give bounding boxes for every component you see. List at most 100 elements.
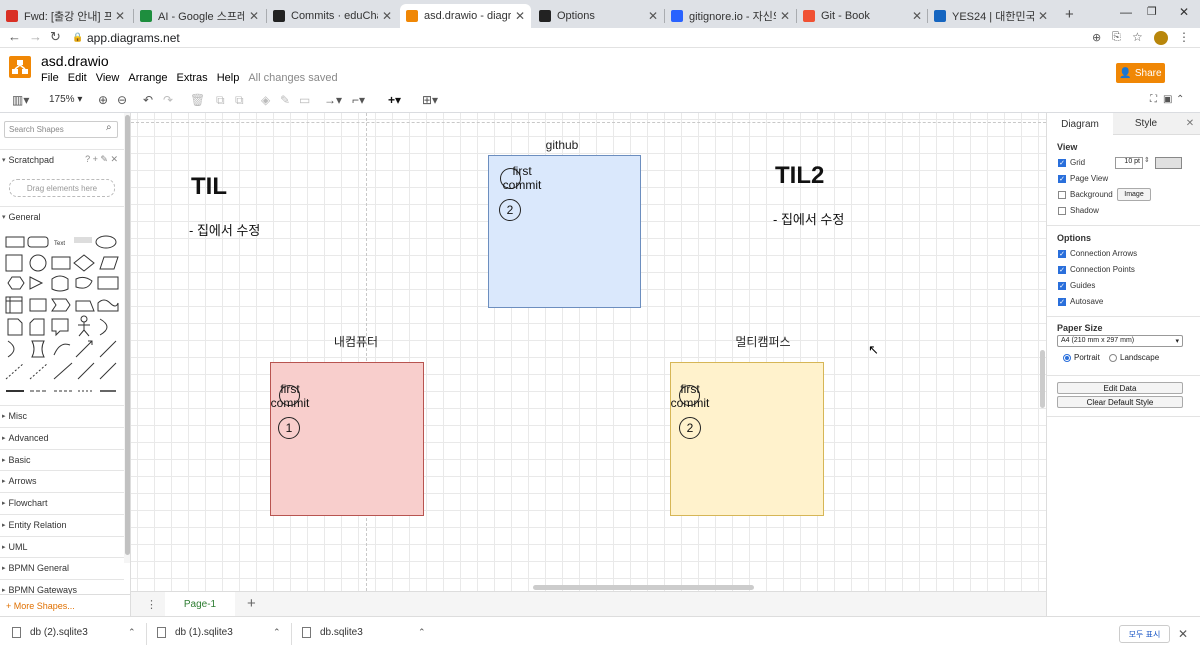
scratchpad-actions-icon[interactable]: ? + ✎ ✕ (85, 154, 118, 165)
sidebar-scrollbar[interactable] (124, 113, 130, 563)
general-header[interactable]: ▾ General (0, 206, 124, 226)
to-back-icon[interactable]: ⧉ (235, 93, 244, 107)
document-title[interactable]: asd.drawio (41, 53, 109, 69)
chevron-up-icon[interactable]: ⌃ (273, 627, 281, 638)
til-title[interactable]: TIL (191, 173, 227, 201)
tab-close-icon[interactable]: ✕ (780, 9, 790, 23)
redo-icon[interactable]: ↷ (163, 93, 173, 107)
edit-data-button[interactable]: Edit Data (1057, 382, 1183, 394)
to-front-icon[interactable]: ⧉ (216, 93, 225, 107)
add-page-icon[interactable]: + (247, 595, 256, 612)
menu-arrange[interactable]: Arrange (128, 72, 167, 84)
browser-tab[interactable]: YES24 | 대한민국 대표 인터 ✕ (928, 4, 1054, 28)
background-image-button[interactable]: Image (1117, 188, 1151, 201)
window-close-icon[interactable]: ✕ (1179, 5, 1189, 19)
github-label[interactable]: github (529, 138, 595, 152)
share-button[interactable]: 👤 Share (1116, 63, 1165, 83)
sidebar-section[interactable]: ▸ Entity Relation (0, 514, 124, 534)
back-icon[interactable]: ← (8, 29, 21, 44)
sidebar-section[interactable]: ▸ Basic (0, 449, 124, 469)
grid-size-input[interactable]: 10 pt (1115, 157, 1143, 169)
option-checkbox[interactable]: ✓ Guides (1058, 281, 1095, 290)
chevron-up-icon[interactable]: ⌃ (418, 627, 426, 638)
search-shapes-input[interactable]: Search Shapes (4, 121, 118, 138)
table-icon[interactable]: ⊞▾ (422, 93, 438, 107)
diagram-canvas[interactable]: TIL - 집에서 수정 TIL2 - 집에서 수정 github first … (131, 113, 1046, 591)
browser-tab[interactable]: Fwd: [출강 안내] 프로젝트 ✕ (0, 4, 131, 28)
shadow-checkbox[interactable]: Shadow (1058, 206, 1099, 215)
zoom-select[interactable]: 175% ▾ (49, 93, 82, 107)
canvas-vertical-scrollbar[interactable] (1040, 350, 1045, 408)
panel-toggle-icon[interactable]: ▥▾ (12, 93, 29, 107)
browser-tab[interactable]: AI - Google 스프레드시트 ✕ (134, 4, 265, 28)
scratchpad-drop-area[interactable]: Drag elements here (9, 179, 115, 197)
more-shapes-button[interactable]: + More Shapes... (0, 594, 130, 616)
connection-style-icon[interactable]: →▾ (324, 93, 342, 107)
til-subtitle[interactable]: - 집에서 수정 (189, 220, 260, 239)
fullscreen-icon[interactable]: ⛶ (1150, 93, 1157, 107)
browser-tab[interactable]: gitignore.io - 자신의 프로 ✕ (665, 4, 796, 28)
forward-icon[interactable]: → (29, 29, 42, 44)
collapse-icon[interactable]: ⌃ (1176, 93, 1184, 107)
fill-color-icon[interactable]: ◈ (261, 93, 270, 107)
bookmark-star-icon[interactable]: ☆ (1132, 30, 1143, 44)
local-node-number[interactable]: 1 (278, 417, 300, 439)
format-panel-icon[interactable]: ▣ (1163, 93, 1172, 107)
til2-title[interactable]: TIL2 (775, 162, 824, 190)
landscape-radio[interactable]: Landscape (1109, 353, 1159, 362)
shadow-icon[interactable]: ▭ (299, 93, 310, 107)
search-icon[interactable]: ⌕ (106, 122, 112, 133)
option-checkbox[interactable]: ✓ Connection Points (1058, 265, 1135, 274)
download-item[interactable]: db (1).sqlite3 ⌃ (157, 627, 281, 638)
tab-close-icon[interactable]: ✕ (249, 9, 259, 23)
sidebar-section[interactable]: ▸ UML (0, 536, 124, 556)
menu-file[interactable]: File (41, 72, 59, 84)
menu-extras[interactable]: Extras (177, 72, 208, 84)
sidebar-section[interactable]: ▸ Advanced (0, 427, 124, 447)
download-item[interactable]: db (2).sqlite3 ⌃ (12, 627, 136, 638)
menu-view[interactable]: View (96, 72, 120, 84)
til2-subtitle[interactable]: - 집에서 수정 (773, 209, 844, 228)
sidebar-section[interactable]: ▸ BPMN General (0, 557, 124, 577)
browser-tab[interactable]: Options ✕ (533, 4, 664, 28)
browser-tab[interactable]: Commits · eduChange-hph ✕ (267, 4, 398, 28)
tab-close-icon[interactable]: ✕ (912, 9, 922, 23)
multicampus-label[interactable]: 멀티캠퍼스 (723, 333, 803, 350)
download-bar-close-icon[interactable]: ✕ (1178, 627, 1188, 641)
share-page-icon[interactable]: ⎘ (1112, 31, 1121, 44)
chevron-up-icon[interactable]: ⌃ (128, 627, 136, 638)
canvas-horizontal-scrollbar[interactable] (533, 585, 754, 590)
grid-size-spinner-icon[interactable]: ⇕ (1144, 156, 1150, 164)
tab-close-icon[interactable]: ✕ (515, 9, 525, 23)
download-item[interactable]: db.sqlite3 ⌃ (302, 627, 426, 638)
paper-size-select[interactable]: A4 (210 mm x 297 mm) ▾ (1057, 335, 1183, 347)
tab-diagram[interactable]: Diagram (1047, 113, 1113, 135)
browser-tab[interactable]: Git - Book ✕ (797, 4, 928, 28)
profile-avatar[interactable] (1154, 31, 1168, 45)
tab-close-icon[interactable]: ✕ (648, 9, 658, 23)
grid-color-swatch[interactable] (1155, 157, 1182, 169)
grid-checkbox[interactable]: ✓ Grid (1058, 158, 1085, 167)
page-view-checkbox[interactable]: ✓ Page View (1058, 174, 1108, 183)
option-checkbox[interactable]: ✓ Connection Arrows (1058, 249, 1137, 258)
panel-close-icon[interactable]: ✕ (1179, 113, 1200, 135)
local-commit-text[interactable]: first commit (267, 382, 313, 410)
portrait-radio[interactable]: Portrait (1063, 353, 1100, 362)
new-tab-button[interactable]: + (1065, 6, 1074, 23)
minimize-icon[interactable]: — (1120, 5, 1132, 19)
clear-default-style-button[interactable]: Clear Default Style (1057, 396, 1183, 408)
browser-tab[interactable]: asd.drawio - diagrams.net ✕ (400, 4, 531, 28)
sidebar-section[interactable]: ▸ Flowchart (0, 492, 124, 512)
zoom-out-icon[interactable]: ⊖ (117, 93, 127, 107)
local-computer-label[interactable]: 내컴퓨터 (321, 333, 391, 350)
line-color-icon[interactable]: ✎ (280, 93, 290, 107)
tab-close-icon[interactable]: ✕ (1038, 9, 1048, 23)
waypoints-icon[interactable]: ⌐▾ (352, 93, 365, 107)
background-checkbox[interactable]: Background (1058, 190, 1113, 199)
tab-close-icon[interactable]: ✕ (382, 9, 392, 23)
reload-icon[interactable]: ↻ (50, 29, 61, 45)
tab-close-icon[interactable]: ✕ (115, 9, 125, 23)
menu-help[interactable]: Help (217, 72, 240, 84)
tab-style[interactable]: Style (1113, 113, 1179, 135)
general-shapes-palette[interactable]: Text (4, 233, 120, 398)
